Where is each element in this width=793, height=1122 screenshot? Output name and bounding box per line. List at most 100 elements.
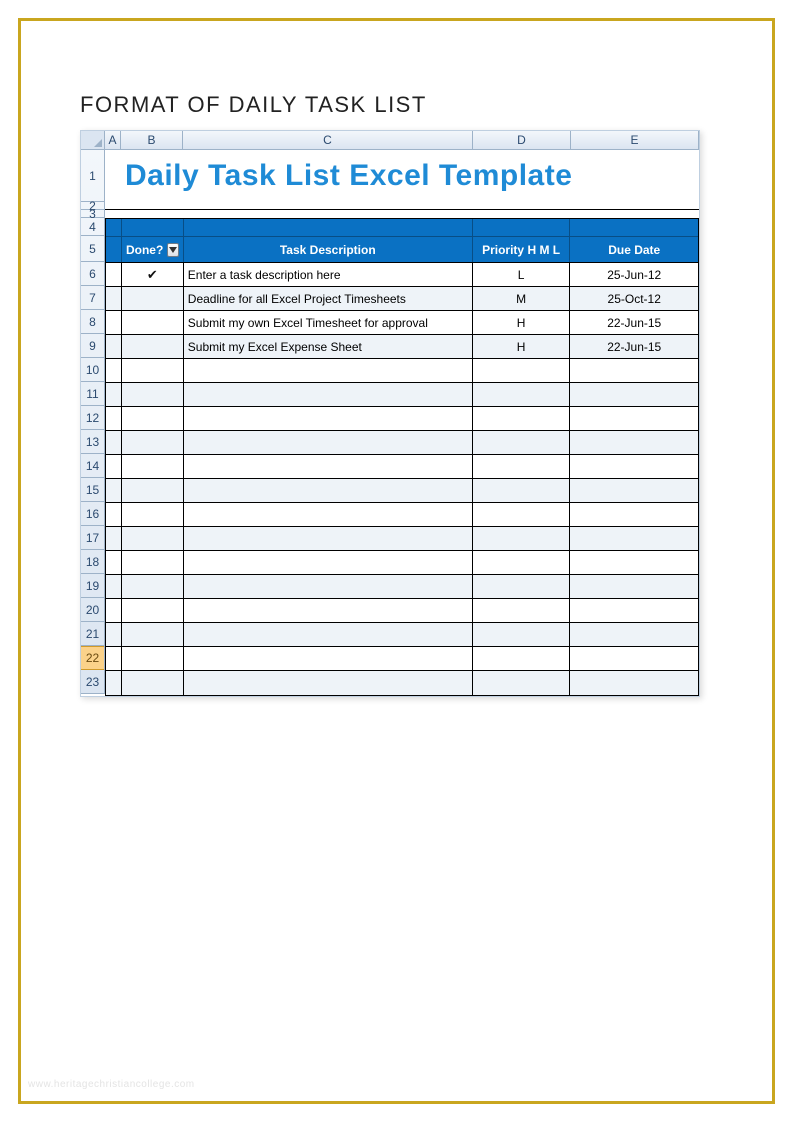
priority-cell[interactable] [473, 383, 571, 406]
cell-blank[interactable] [106, 359, 122, 382]
priority-cell[interactable] [473, 599, 571, 622]
priority-cell[interactable] [473, 527, 571, 550]
done-cell[interactable] [122, 575, 184, 598]
row-header-14[interactable]: 14 [81, 454, 104, 478]
column-header-b[interactable]: B [121, 131, 183, 149]
row-header-10[interactable]: 10 [81, 358, 104, 382]
due-date-cell[interactable]: 22-Jun-15 [570, 335, 698, 358]
row-header-11[interactable]: 11 [81, 382, 104, 406]
task-description-cell[interactable] [184, 527, 473, 550]
filter-dropdown-icon[interactable] [167, 243, 178, 257]
cell-blank[interactable] [106, 455, 122, 478]
row-header-18[interactable]: 18 [81, 550, 104, 574]
due-date-cell[interactable]: 25-Jun-12 [570, 263, 698, 286]
cell-blank[interactable] [106, 527, 122, 550]
task-description-cell[interactable]: Deadline for all Excel Project Timesheet… [184, 287, 473, 310]
header-cell-priority[interactable]: Priority H M L [473, 237, 571, 262]
cell-blank[interactable] [106, 623, 122, 646]
due-date-cell[interactable] [570, 551, 698, 574]
priority-cell[interactable] [473, 407, 571, 430]
header-cell-due[interactable]: Due Date [570, 237, 698, 262]
row-header-4[interactable]: 4 [81, 218, 104, 236]
cell-blank[interactable] [106, 287, 122, 310]
cell-blank[interactable] [106, 647, 122, 670]
task-description-cell[interactable] [184, 479, 473, 502]
due-date-cell[interactable] [570, 623, 698, 646]
cell-a1[interactable] [105, 150, 121, 202]
row-header-21[interactable]: 21 [81, 622, 104, 646]
priority-cell[interactable]: L [473, 263, 571, 286]
done-cell[interactable] [122, 599, 184, 622]
priority-cell[interactable] [473, 479, 571, 502]
task-description-cell[interactable]: Submit my own Excel Timesheet for approv… [184, 311, 473, 334]
done-cell[interactable] [122, 383, 184, 406]
done-cell[interactable] [122, 671, 184, 695]
cell-blank[interactable] [106, 671, 122, 695]
row-header-13[interactable]: 13 [81, 430, 104, 454]
due-date-cell[interactable] [570, 575, 698, 598]
done-cell[interactable] [122, 503, 184, 526]
row-header-5[interactable]: 5 [81, 236, 104, 262]
due-date-cell[interactable] [570, 479, 698, 502]
task-description-cell[interactable] [184, 623, 473, 646]
row-header-17[interactable]: 17 [81, 526, 104, 550]
header-cell-blank[interactable] [106, 237, 122, 262]
sheet-title[interactable]: Daily Task List Excel Template [121, 150, 699, 202]
done-cell[interactable] [122, 551, 184, 574]
header-cell-done[interactable]: Done? [122, 237, 184, 262]
due-date-cell[interactable] [570, 383, 698, 406]
priority-cell[interactable] [473, 503, 571, 526]
task-description-cell[interactable] [184, 647, 473, 670]
row-header-19[interactable]: 19 [81, 574, 104, 598]
done-cell[interactable] [122, 407, 184, 430]
cell-blank[interactable] [106, 431, 122, 454]
due-date-cell[interactable] [570, 455, 698, 478]
row-header-16[interactable]: 16 [81, 502, 104, 526]
priority-cell[interactable]: H [473, 335, 571, 358]
header-cell-task[interactable]: Task Description [184, 237, 473, 262]
column-header-e[interactable]: E [571, 131, 699, 149]
row-header-7[interactable]: 7 [81, 286, 104, 310]
cell-blank[interactable] [106, 311, 122, 334]
task-description-cell[interactable]: Enter a task description here [184, 263, 473, 286]
cell-blank[interactable] [106, 479, 122, 502]
due-date-cell[interactable] [570, 599, 698, 622]
task-description-cell[interactable] [184, 551, 473, 574]
row-header-9[interactable]: 9 [81, 334, 104, 358]
done-cell[interactable] [122, 287, 184, 310]
cell-blank[interactable] [106, 599, 122, 622]
select-all-corner[interactable] [81, 131, 105, 150]
priority-cell[interactable] [473, 551, 571, 574]
done-cell[interactable] [122, 335, 184, 358]
due-date-cell[interactable] [570, 671, 698, 695]
priority-cell[interactable] [473, 575, 571, 598]
done-cell[interactable] [122, 527, 184, 550]
column-header-c[interactable]: C [183, 131, 473, 149]
due-date-cell[interactable]: 25-Oct-12 [570, 287, 698, 310]
due-date-cell[interactable] [570, 527, 698, 550]
done-cell[interactable] [122, 623, 184, 646]
task-description-cell[interactable] [184, 671, 473, 695]
row-header-6[interactable]: 6 [81, 262, 104, 286]
task-description-cell[interactable]: Submit my Excel Expense Sheet [184, 335, 473, 358]
row-header-23[interactable]: 23 [81, 670, 104, 694]
due-date-cell[interactable] [570, 431, 698, 454]
column-header-a[interactable]: A [105, 131, 121, 149]
column-header-d[interactable]: D [473, 131, 571, 149]
done-cell[interactable] [122, 647, 184, 670]
due-date-cell[interactable]: 22-Jun-15 [570, 311, 698, 334]
task-description-cell[interactable] [184, 431, 473, 454]
cell-blank[interactable] [106, 503, 122, 526]
task-description-cell[interactable] [184, 407, 473, 430]
row-header-1[interactable]: 1 [81, 150, 104, 202]
cell-blank[interactable] [106, 383, 122, 406]
priority-cell[interactable] [473, 623, 571, 646]
due-date-cell[interactable] [570, 407, 698, 430]
task-description-cell[interactable] [184, 599, 473, 622]
due-date-cell[interactable] [570, 647, 698, 670]
done-cell[interactable] [122, 311, 184, 334]
task-description-cell[interactable] [184, 503, 473, 526]
priority-cell[interactable] [473, 455, 571, 478]
done-cell[interactable]: ✔ [122, 263, 184, 286]
done-cell[interactable] [122, 455, 184, 478]
